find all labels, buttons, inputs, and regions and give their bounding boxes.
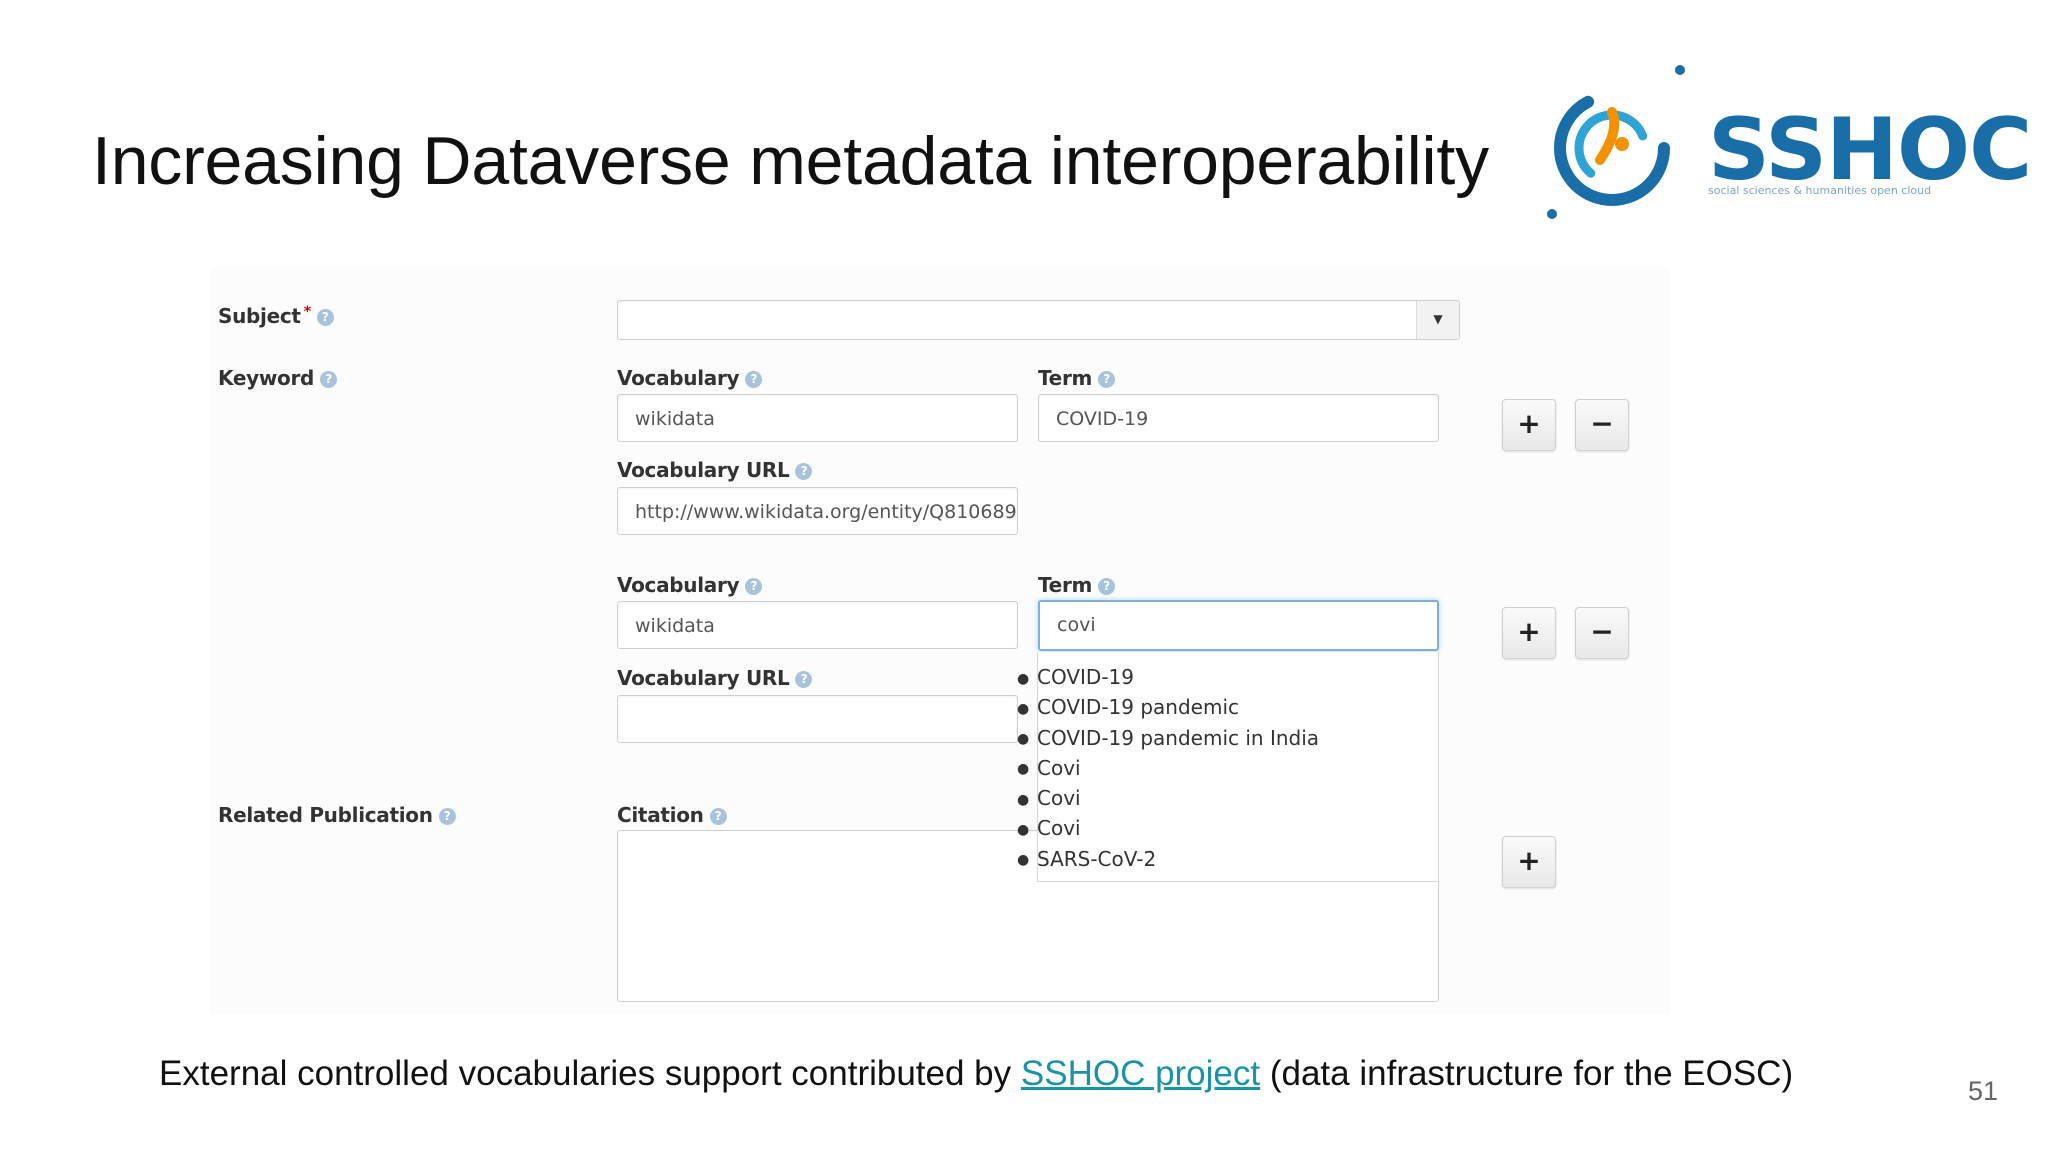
- vocabulary-label: Vocabulary?: [617, 366, 763, 390]
- keyword-label-text: Keyword: [218, 366, 315, 390]
- help-icon[interactable]: ?: [316, 309, 334, 326]
- help-icon[interactable]: ?: [1098, 371, 1116, 388]
- remove-keyword-button[interactable]: −: [1575, 399, 1629, 451]
- bullet-icon: ●: [1017, 852, 1030, 869]
- term-input-active[interactable]: covi: [1038, 600, 1439, 651]
- help-icon[interactable]: ?: [709, 808, 727, 825]
- vocabulary-url-label-text: Vocabulary URL: [617, 666, 790, 690]
- vocabulary-label: Vocabulary?: [617, 573, 763, 597]
- page-number: 51: [1968, 1076, 1999, 1106]
- bullet-icon: ●: [1017, 761, 1030, 778]
- suggestion-item[interactable]: ● COVID-19 pandemic: [1017, 692, 1319, 722]
- help-icon[interactable]: ?: [795, 463, 813, 480]
- slide-title: Increasing Dataverse metadata interopera…: [92, 123, 1489, 199]
- suggestion-item[interactable]: ● Covi: [1017, 753, 1319, 783]
- help-icon[interactable]: ?: [438, 808, 456, 825]
- suggestion-item[interactable]: ● Covi: [1017, 783, 1319, 813]
- footer-suffix: (data infrastructure for the EOSC): [1260, 1054, 1794, 1093]
- vocabulary-url-label-text: Vocabulary URL: [617, 458, 790, 482]
- vocabulary-url-label: Vocabulary URL?: [617, 458, 813, 482]
- related-publication-label-text: Related Publication: [218, 803, 433, 827]
- bullet-icon: ●: [1017, 791, 1030, 808]
- suggestion-item[interactable]: ● Covi: [1017, 813, 1319, 843]
- citation-label-text: Citation: [617, 803, 704, 827]
- suggestion-text: SARS-CoV-2: [1037, 846, 1157, 871]
- keyword-label: Keyword?: [218, 366, 338, 390]
- footer-caption: External controlled vocabularies support…: [159, 1054, 1793, 1094]
- term-label-text: Term: [1038, 366, 1093, 390]
- add-publication-button[interactable]: +: [1502, 836, 1556, 888]
- related-publication-label: Related Publication?: [218, 803, 456, 827]
- help-icon[interactable]: ?: [1098, 578, 1116, 595]
- subject-label-text: Subject: [218, 304, 301, 328]
- vocabulary-url-input[interactable]: http://www.wikidata.org/entity/Q810689: [617, 487, 1018, 535]
- help-icon[interactable]: ?: [320, 371, 338, 388]
- vocabulary-input[interactable]: wikidata: [617, 601, 1018, 649]
- subject-label: Subject *?: [218, 304, 334, 328]
- suggestion-item[interactable]: ● COVID-19: [1017, 662, 1319, 692]
- bullet-icon: ●: [1017, 700, 1030, 717]
- suggestion-text: COVID-19 pandemic in India: [1037, 725, 1320, 750]
- vocabulary-label-text: Vocabulary: [617, 573, 740, 597]
- vocabulary-url-input[interactable]: [617, 695, 1018, 743]
- caret-down-icon[interactable]: ▼: [1416, 301, 1459, 339]
- help-icon[interactable]: ?: [745, 371, 763, 388]
- bullet-icon: ●: [1017, 670, 1030, 687]
- help-icon[interactable]: ?: [795, 671, 813, 688]
- suggestion-text: Covi: [1037, 755, 1081, 780]
- required-marker: *: [303, 304, 311, 320]
- suggestion-text: Covi: [1037, 816, 1081, 841]
- suggestion-item[interactable]: ● COVID-19 pandemic in India: [1017, 723, 1319, 753]
- term-label: Term?: [1038, 366, 1116, 390]
- term-input[interactable]: COVID-19: [1038, 394, 1439, 442]
- term-label: Term?: [1038, 573, 1116, 597]
- suggestion-text: COVID-19: [1037, 665, 1135, 689]
- sshoc-project-link[interactable]: SSHOC project: [1021, 1054, 1260, 1093]
- sshoc-swirl-icon: [1547, 65, 1685, 219]
- bullet-icon: ●: [1017, 821, 1030, 838]
- citation-label: Citation?: [617, 803, 727, 827]
- autocomplete-suggestions: ● COVID-19 ● COVID-19 pandemic ● COVID-19 p…: [1017, 662, 1319, 874]
- suggestion-item[interactable]: ● SARS-CoV-2: [1017, 844, 1319, 874]
- add-keyword-button[interactable]: +: [1502, 399, 1556, 451]
- logo-tagline: social sciences & humanities open cloud: [1708, 184, 1932, 197]
- subject-select[interactable]: ▼: [617, 300, 1460, 340]
- vocabulary-input[interactable]: wikidata: [617, 394, 1018, 442]
- vocabulary-url-label: Vocabulary URL?: [617, 666, 813, 690]
- term-label-text: Term: [1038, 573, 1093, 597]
- suggestion-text: COVID-19 pandemic: [1037, 695, 1240, 720]
- sshoc-logo: SSHOC social sciences & humanities open …: [1540, 60, 2032, 230]
- remove-keyword-button[interactable]: −: [1575, 607, 1629, 659]
- help-icon[interactable]: ?: [745, 578, 763, 595]
- bullet-icon: ●: [1017, 731, 1030, 748]
- add-keyword-button[interactable]: +: [1502, 607, 1556, 659]
- suggestion-text: Covi: [1037, 786, 1081, 811]
- vocabulary-label-text: Vocabulary: [617, 366, 740, 390]
- footer-prefix: External controlled vocabularies support…: [159, 1054, 1021, 1093]
